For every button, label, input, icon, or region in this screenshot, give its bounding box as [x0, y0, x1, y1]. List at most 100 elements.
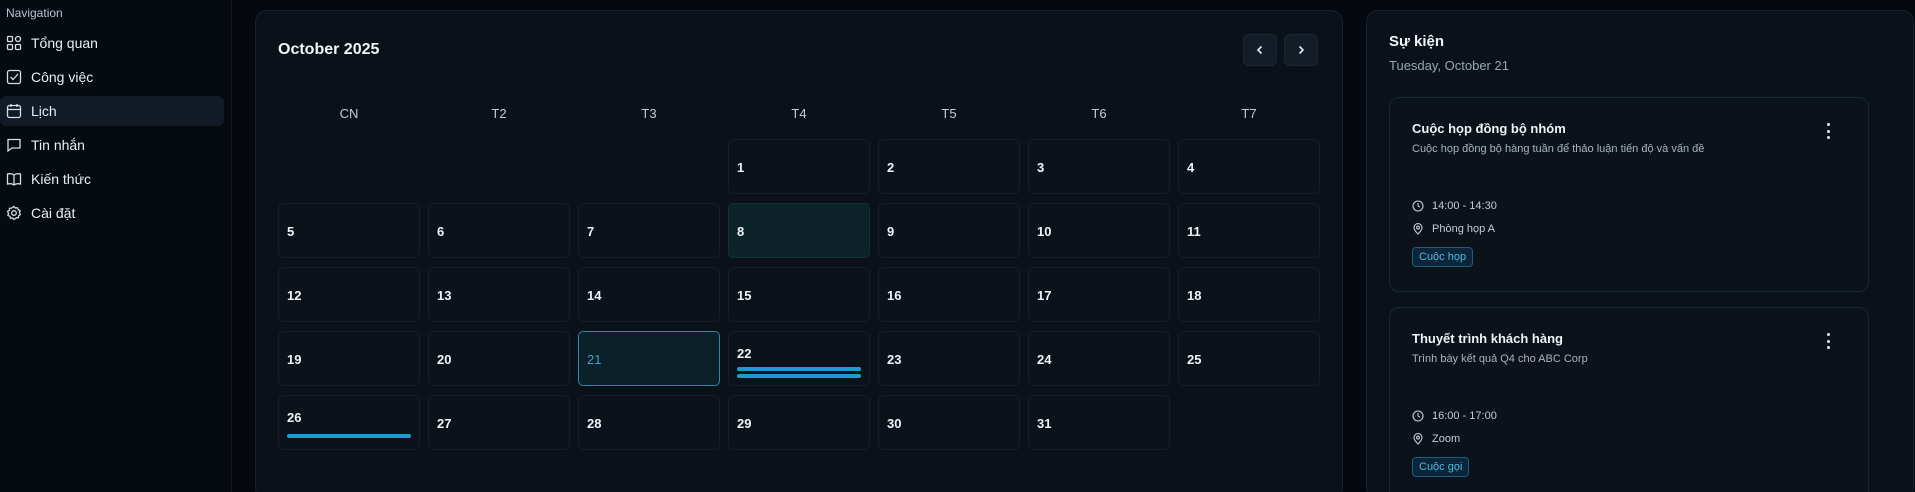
calendar-day[interactable]: 3 — [1028, 139, 1170, 194]
event-card[interactable]: Cuộc họp đồng bộ nhóm Cuộc họp đồng bộ h… — [1389, 97, 1869, 292]
day-number: 5 — [287, 224, 295, 239]
task-check-icon — [6, 69, 22, 85]
day-number: 23 — [887, 352, 902, 367]
calendar-day[interactable]: 10 — [1028, 203, 1170, 258]
sidebar: Navigation Tổng quan Công việc Lịch Tin … — [0, 0, 232, 492]
calendar-day[interactable]: 26 — [278, 395, 420, 450]
events-title: Sự kiện — [1389, 33, 1445, 50]
day-number: 6 — [437, 224, 445, 239]
event-location-text: Phòng họp A — [1432, 223, 1496, 235]
calendar-day[interactable]: 30 — [878, 395, 1020, 450]
clock-icon — [1412, 410, 1424, 422]
calendar-day[interactable]: 16 — [878, 267, 1020, 322]
sidebar-item-messages[interactable]: Tin nhắn — [0, 130, 224, 160]
calendar-day[interactable]: 24 — [1028, 331, 1170, 386]
calendar-day[interactable]: 4 — [1178, 139, 1320, 194]
nav-heading: Navigation — [6, 6, 63, 20]
calendar-day[interactable]: 18 — [1178, 267, 1320, 322]
calendar-day[interactable]: 8 — [728, 203, 870, 258]
dashboard-icon — [6, 35, 22, 51]
event-time-text: 16:00 - 17:00 — [1432, 410, 1497, 422]
calendar-day[interactable]: 15 — [728, 267, 870, 322]
day-number: 16 — [887, 288, 902, 303]
calendar-day[interactable]: 31 — [1028, 395, 1170, 450]
day-number: 22 — [737, 346, 752, 361]
sidebar-item-label: Cài đặt — [31, 205, 76, 221]
calendar-day[interactable]: 7 — [578, 203, 720, 258]
day-number: 31 — [1037, 416, 1052, 431]
sidebar-item-label: Lịch — [31, 103, 57, 119]
sidebar-item-label: Tin nhắn — [31, 137, 85, 153]
event-tag: Cuộc gọi — [1412, 457, 1470, 477]
weekday-label: T4 — [791, 106, 807, 121]
event-location-text: Zoom — [1432, 433, 1461, 445]
calendar-day[interactable]: 14 — [578, 267, 720, 322]
sidebar-item-label: Công việc — [31, 69, 94, 85]
calendar-day[interactable]: 29 — [728, 395, 870, 450]
sidebar-item-overview[interactable]: Tổng quan — [0, 28, 224, 58]
calendar-day[interactable]: 25 — [1178, 331, 1320, 386]
location-pin-icon — [1413, 433, 1423, 445]
chevron-right-icon — [1298, 45, 1305, 55]
calendar-day[interactable]: 27 — [428, 395, 570, 450]
sidebar-item-knowledge[interactable]: Kiến thức — [0, 164, 224, 194]
book-icon — [6, 171, 22, 187]
calendar-day[interactable]: 1 — [728, 139, 870, 194]
event-description: Cuộc họp đồng bộ hàng tuần để thảo luận … — [1412, 143, 1705, 155]
sidebar-item-calendar[interactable]: Lịch — [0, 96, 224, 126]
weekday-label: T2 — [491, 106, 507, 121]
calendar-day[interactable]: 12 — [278, 267, 420, 322]
event-indicator — [287, 434, 411, 438]
chevron-left-icon — [1256, 45, 1263, 55]
day-number: 18 — [1187, 288, 1202, 303]
event-location: Zoom — [1412, 433, 1460, 445]
sidebar-item-settings[interactable]: Cài đặt — [0, 198, 224, 228]
day-number: 3 — [1037, 160, 1045, 175]
calendar-day[interactable]: 20 — [428, 331, 570, 386]
day-number: 7 — [587, 224, 595, 239]
event-indicator — [737, 367, 861, 371]
event-more-button[interactable] — [1822, 333, 1834, 349]
day-number: 10 — [1037, 224, 1052, 239]
calendar-day[interactable]: 19 — [278, 331, 420, 386]
day-number: 15 — [737, 288, 752, 303]
previous-month-button[interactable] — [1243, 34, 1277, 66]
calendar-day[interactable]: 6 — [428, 203, 570, 258]
day-number: 2 — [887, 160, 895, 175]
weekday-label: T6 — [1091, 106, 1107, 121]
next-month-button[interactable] — [1284, 34, 1318, 66]
calendar-day[interactable]: 22 — [728, 331, 870, 386]
calendar-day[interactable]: 21 — [578, 331, 720, 386]
sidebar-item-label: Tổng quan — [31, 35, 98, 51]
calendar-day[interactable]: 17 — [1028, 267, 1170, 322]
calendar-day[interactable]: 23 — [878, 331, 1020, 386]
day-number: 12 — [287, 288, 302, 303]
day-number: 14 — [587, 288, 602, 303]
calendar-day[interactable]: 28 — [578, 395, 720, 450]
weekday-label: T5 — [941, 106, 957, 121]
calendar-day[interactable]: 2 — [878, 139, 1020, 194]
selected-date: Tuesday, October 21 — [1389, 58, 1509, 73]
event-location: Phòng họp A — [1412, 223, 1495, 235]
day-number: 13 — [437, 288, 452, 303]
day-number: 9 — [887, 224, 895, 239]
event-more-button[interactable] — [1822, 123, 1834, 139]
event-title: Cuộc họp đồng bộ nhóm — [1412, 121, 1566, 136]
calendar-icon — [6, 103, 22, 119]
day-number: 26 — [287, 410, 302, 425]
calendar-day[interactable]: 11 — [1178, 203, 1320, 258]
message-icon — [6, 137, 22, 153]
event-tag: Cuộc họp — [1412, 247, 1474, 267]
day-number: 20 — [437, 352, 452, 367]
day-number: 24 — [1037, 352, 1052, 367]
day-number: 11 — [1187, 224, 1201, 239]
calendar-day[interactable]: 9 — [878, 203, 1020, 258]
day-number: 1 — [737, 160, 745, 175]
event-card[interactable]: Thuyết trình khách hàng Trình bày kết qu… — [1389, 307, 1869, 492]
event-title: Thuyết trình khách hàng — [1412, 331, 1563, 346]
calendar-day[interactable]: 5 — [278, 203, 420, 258]
day-number: 4 — [1187, 160, 1195, 175]
event-time: 16:00 - 17:00 — [1412, 410, 1497, 422]
calendar-day[interactable]: 13 — [428, 267, 570, 322]
sidebar-item-tasks[interactable]: Công việc — [0, 62, 224, 92]
